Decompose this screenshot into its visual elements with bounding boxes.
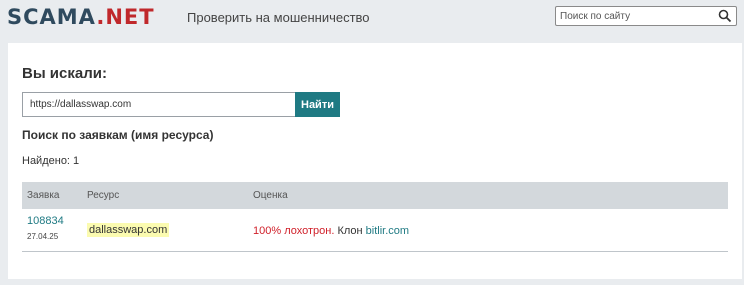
- section-title: Поиск по заявкам (имя ресурса): [22, 128, 214, 142]
- find-button[interactable]: Найти: [295, 92, 340, 117]
- searched-title: Вы искали:: [22, 65, 107, 82]
- site-search: [555, 6, 737, 26]
- column-header-resource: Ресурс: [87, 190, 120, 201]
- table-header: Заявка Ресурс Оценка: [22, 182, 728, 209]
- results-panel: Вы искали: Найти Поиск по заявкам (имя р…: [8, 43, 742, 279]
- logo-suffix: NET: [105, 5, 155, 29]
- rating: 100% лохотрон. Клон bitlir.com: [253, 225, 409, 237]
- logo-main: SCAMA: [7, 5, 97, 29]
- top-bar: SCAMA.NET Проверить на мошенничество: [0, 0, 744, 35]
- claim-date: 27.04.25: [27, 232, 59, 241]
- rating-scam: 100% лохотрон.: [253, 225, 335, 237]
- query-input[interactable]: [22, 92, 295, 117]
- claim-id-link[interactable]: 108834: [27, 215, 64, 227]
- site-search-input[interactable]: [556, 7, 716, 25]
- found-count: Найдено: 1: [22, 155, 80, 167]
- check-fraud-link[interactable]: Проверить на мошенничество: [187, 10, 370, 25]
- logo-dot: .: [96, 5, 106, 29]
- search-icon[interactable]: [718, 9, 732, 23]
- column-header-rating: Оценка: [253, 190, 288, 201]
- site-logo[interactable]: SCAMA.NET: [7, 5, 155, 29]
- resource-name: dallasswap.com: [87, 223, 170, 237]
- clone-link[interactable]: bitlir.com: [366, 225, 409, 237]
- table-row: 108834 27.04.25 dallasswap.com 100% лохо…: [22, 209, 728, 252]
- rating-clone-prefix: Клон: [334, 225, 366, 237]
- results-table: Заявка Ресурс Оценка 108834 27.04.25 dal…: [22, 182, 728, 252]
- column-header-claim: Заявка: [27, 190, 60, 201]
